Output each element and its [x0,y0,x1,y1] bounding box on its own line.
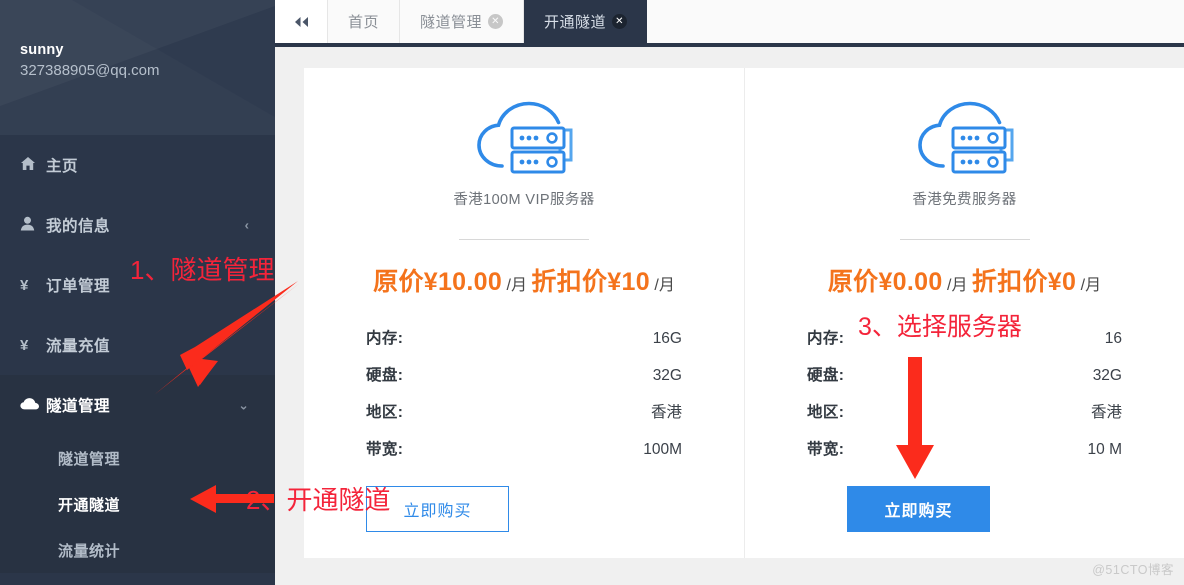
spec-key: 地区: [366,404,404,421]
buy-now-button[interactable]: 立即购买 [847,486,990,532]
user-email: 327388905@qq.com [20,62,160,79]
sidebar-item-label: 订单管理 [46,278,111,295]
spec-key: 带宽: [807,441,845,458]
spec-key: 硬盘: [807,367,845,384]
sidebar-item-home[interactable]: 主页 [0,135,275,195]
user-name: sunny [20,42,64,58]
watermark: @51CTO博客 [1092,563,1174,577]
spec-value: 32G [652,367,682,384]
sidebar-subitem-traffic-stats[interactable]: 流量统计 [0,527,275,573]
plan-title: 香港100M VIP服务器 [453,192,595,208]
sidebar-item-tunnel-management[interactable]: 隧道管理 ⌄ [0,375,275,435]
chevron-down-icon: ⌄ [238,397,249,413]
tab-bar: 首页 隧道管理 ✕ 开通隧道 ✕ [275,0,1184,43]
divider [899,239,1030,240]
spec-value: 32G [1092,367,1122,384]
tab-label: 开通隧道 [544,14,607,31]
close-icon[interactable]: ✕ [488,14,504,29]
tab-label: 隧道管理 [420,14,483,31]
plan-specs: 内存: 16 硬盘: 32G 地区: 香港 带宽: 10 M [745,326,1184,474]
sidebar-subitem-label: 流量统计 [58,542,121,560]
spec-key: 地区: [807,404,845,421]
home-icon [20,156,46,175]
price-discount-unit: /月 [654,277,675,294]
spec-key: 内存: [807,330,845,347]
buy-button-wrap: 立即购买 [304,486,744,532]
tab-tunnel-management[interactable]: 隧道管理 ✕ [400,0,525,43]
spec-row: 地区: 香港 [807,400,1122,437]
tab-label: 首页 [348,14,380,31]
spec-value: 香港 [650,404,682,421]
sidebar: sunny 327388905@qq.com 主页 我的信息 ‹ ¥ 订单管理 … [0,0,275,585]
sidebar-item-order-management[interactable]: ¥ 订单管理 [0,255,275,315]
plan-specs: 内存: 16G 硬盘: 32G 地区: 香港 带宽: 100M [304,326,744,474]
sidebar-user-block[interactable]: sunny 327388905@qq.com [20,40,160,82]
sidebar-subitem-label: 开通隧道 [58,496,121,514]
user-icon [20,216,46,235]
sidebar-menu: 主页 我的信息 ‹ ¥ 订单管理 ¥ 流量充值 隧道管理 ⌄ 隧道管理 开通隧道… [0,135,275,573]
price-original-unit: /月 [947,277,968,294]
price-original: 原价¥10.00 [373,268,503,296]
sidebar-subitem-open-tunnel[interactable]: 开通隧道 [0,481,275,527]
sidebar-subitem-tunnel-management[interactable]: 隧道管理 [0,435,275,481]
spec-key: 硬盘: [366,367,404,384]
cloud-server-icon [745,94,1184,184]
collapse-tabs-icon[interactable] [275,0,328,43]
server-plan-card[interactable]: 香港免费服务器 原价¥0.00 /月 折扣价¥0 /月 内存: 16 硬盘: 3… [744,68,1184,558]
spec-value: 10 M [1087,441,1122,458]
yuan-icon: ¥ [20,336,29,354]
tab-home[interactable]: 首页 [328,0,401,43]
sidebar-item-my-info[interactable]: 我的信息 ‹ [0,195,275,255]
spec-key: 带宽: [366,441,404,458]
divider [459,239,589,240]
sidebar-item-label: 我的信息 [46,218,111,235]
chevron-left-icon: ‹ [244,217,249,233]
plan-price: 原价¥0.00 /月 折扣价¥0 /月 [745,262,1184,298]
spec-value: 16 [1104,330,1122,347]
plan-price: 原价¥10.00 /月 折扣价¥10 /月 [304,262,744,298]
spec-value: 16G [652,330,682,347]
spec-row: 地区: 香港 [366,400,682,437]
sidebar-item-label: 流量充值 [46,338,111,355]
spec-row: 硬盘: 32G [807,363,1122,400]
price-original: 原价¥0.00 [827,268,943,296]
tabbar-divider [275,43,1184,47]
server-plan-list: 香港100M VIP服务器 原价¥10.00 /月 折扣价¥10 /月 内存: … [304,68,1184,558]
price-discount-unit: /月 [1080,277,1102,294]
price-original-unit: /月 [506,277,527,294]
spec-row: 带宽: 100M [366,437,682,474]
spec-row: 内存: 16 [807,326,1122,363]
sidebar-item-traffic-recharge[interactable]: ¥ 流量充值 [0,315,275,375]
sidebar-subitem-label: 隧道管理 [58,450,121,468]
close-icon[interactable]: ✕ [612,14,628,29]
buy-now-button[interactable]: 立即购买 [366,486,509,532]
spec-key: 内存: [366,330,404,347]
cloud-server-icon [304,94,744,184]
sidebar-item-label: 主页 [46,158,79,175]
yuan-icon: ¥ [20,276,29,294]
spec-row: 内存: 16G [366,326,682,363]
price-discount: 折扣价¥10 [531,268,650,296]
sidebar-footer-spacer [0,573,275,585]
sidebar-group-tunnel-management: 隧道管理 ⌄ 隧道管理 开通隧道 流量统计 [0,375,275,573]
sidebar-item-label: 隧道管理 [46,398,111,415]
plan-title: 香港免费服务器 [912,192,1017,208]
price-discount: 折扣价¥0 [971,268,1077,296]
spec-value: 香港 [1090,404,1122,421]
app-window: sunny 327388905@qq.com 主页 我的信息 ‹ ¥ 订单管理 … [0,0,1184,585]
content-area: 首页 隧道管理 ✕ 开通隧道 ✕ 香港100M VIP服务器 原价¥10.00 … [275,0,1184,585]
spec-row: 带宽: 10 M [807,437,1122,474]
server-plan-card[interactable]: 香港100M VIP服务器 原价¥10.00 /月 折扣价¥10 /月 内存: … [304,68,744,558]
spec-value: 100M [643,441,682,458]
spec-row: 硬盘: 32G [366,363,682,400]
tab-open-tunnel[interactable]: 开通隧道 ✕ [524,0,648,43]
cloud-icon [20,397,46,414]
buy-button-wrap: 立即购买 [745,486,1184,532]
